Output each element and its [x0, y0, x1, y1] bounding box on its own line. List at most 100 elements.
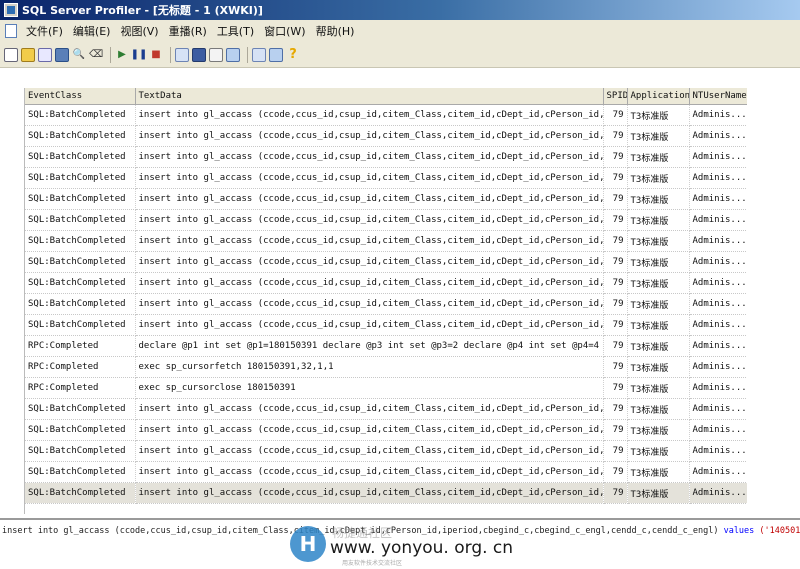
trace-row[interactable]: SQL:BatchCompleted insert into gl_accass … — [25, 314, 747, 336]
toolbar-separator — [170, 46, 171, 63]
trace-row[interactable]: SQL:BatchCompleted insert into gl_accass … — [25, 146, 747, 168]
trace-row[interactable]: SQL:BatchCompleted insert into gl_accass … — [25, 188, 747, 210]
cell-eventclass: SQL:BatchCompleted — [25, 167, 136, 189]
cell-eventclass: SQL:BatchCompleted — [25, 230, 136, 252]
cell-spid: 79 — [603, 272, 628, 294]
clear-icon[interactable]: ⌫ — [89, 48, 103, 62]
trace-row[interactable]: SQL:BatchCompleted insert into gl_accass … — [25, 167, 747, 189]
cell-spid: 79 — [603, 146, 628, 168]
trace-row[interactable]: SQL:BatchCompleted insert into gl_accass … — [25, 440, 747, 462]
cell-textdata: insert into gl_accass (ccode,ccus_id,csu… — [135, 482, 604, 504]
cell-textdata: insert into gl_accass (ccode,ccus_id,csu… — [135, 314, 604, 336]
cell-ntusername: Adminis... — [689, 272, 747, 294]
window-title: SQL Server Profiler - [无标题 - 1 (XWKI)] — [22, 4, 263, 17]
cell-textdata: insert into gl_accass (ccode,ccus_id,csu… — [135, 125, 604, 147]
menu-help[interactable]: 帮助(H) — [311, 23, 360, 39]
cell-eventclass: SQL:BatchCompleted — [25, 419, 136, 441]
menu-file[interactable]: 文件(F) — [21, 23, 68, 39]
menu-window[interactable]: 窗口(W) — [259, 23, 310, 39]
cell-textdata: exec sp_cursorfetch 180150391,32,1,1 — [135, 356, 604, 378]
performance-icon[interactable] — [269, 47, 283, 62]
trace-row[interactable]: SQL:BatchCompleted insert into gl_accass … — [25, 398, 747, 420]
cell-applicationname: T3标准版 — [627, 440, 690, 462]
help-icon[interactable]: ? — [286, 47, 300, 62]
cell-ntusername: Adminis... — [689, 335, 747, 357]
trace-row[interactable]: RPC:Completed exec sp_cursorfetch 1801503… — [25, 356, 747, 378]
trace-row[interactable]: SQL:BatchCompleted insert into gl_accass … — [25, 209, 747, 231]
menu-edit[interactable]: 编辑(E) — [68, 23, 116, 39]
menu-tools[interactable]: 工具(T) — [212, 23, 259, 39]
cell-eventclass: RPC:Completed — [25, 377, 136, 399]
cell-applicationname: T3标准版 — [627, 167, 690, 189]
cell-eventclass: SQL:BatchCompleted — [25, 104, 136, 126]
cell-ntusername: Adminis... — [689, 482, 747, 504]
open-icon[interactable] — [21, 47, 35, 62]
profiler-app-icon — [4, 3, 18, 17]
cell-ntusername: Adminis... — [689, 167, 747, 189]
cell-textdata: insert into gl_accass (ccode,ccus_id,csu… — [135, 398, 604, 420]
cell-applicationname: T3标准版 — [627, 251, 690, 273]
cell-applicationname: T3标准版 — [627, 209, 690, 231]
cell-ntusername: Adminis... — [689, 146, 747, 168]
trace-row[interactable]: SQL:BatchCompleted insert into gl_accass … — [25, 104, 747, 126]
pause-icon[interactable]: ❚❚ — [131, 48, 148, 62]
cell-ntusername: Adminis... — [689, 125, 747, 147]
trace-document-icon[interactable] — [5, 24, 17, 38]
trace-grid[interactable]: EventClass TextData SPID ApplicationName… — [24, 88, 747, 514]
cell-ntusername: Adminis... — [689, 419, 747, 441]
cell-applicationname: T3标准版 — [627, 335, 690, 357]
cell-eventclass: SQL:BatchCompleted — [25, 146, 136, 168]
menu-bar: 文件(F) 编辑(E) 视图(V) 重播(R) 工具(T) 窗口(W) 帮助(H… — [0, 20, 800, 43]
cell-ntusername: Adminis... — [689, 230, 747, 252]
cell-textdata: insert into gl_accass (ccode,ccus_id,csu… — [135, 167, 604, 189]
cell-textdata: insert into gl_accass (ccode,ccus_id,csu… — [135, 188, 604, 210]
cell-applicationname: T3标准版 — [627, 314, 690, 336]
trace-row[interactable]: SQL:BatchCompleted insert into gl_accass … — [25, 251, 747, 273]
grid-icon[interactable] — [192, 47, 206, 62]
trace-row[interactable]: SQL:BatchCompleted insert into gl_accass … — [25, 272, 747, 294]
column-header-spid[interactable]: SPID — [603, 88, 628, 105]
trace-properties-icon[interactable] — [252, 47, 266, 62]
run-icon[interactable]: ▶ — [115, 48, 129, 62]
cell-ntusername: Adminis... — [689, 377, 747, 399]
trace-row[interactable]: SQL:BatchCompleted insert into gl_accass … — [25, 230, 747, 252]
cell-eventclass: SQL:BatchCompleted — [25, 188, 136, 210]
header-row: EventClass TextData SPID ApplicationName… — [25, 88, 747, 105]
properties-icon[interactable] — [175, 47, 189, 62]
trace-rows: SQL:BatchCompleted insert into gl_accass … — [25, 104, 747, 504]
cell-applicationname: T3标准版 — [627, 272, 690, 294]
cell-applicationname: T3标准版 — [627, 398, 690, 420]
cell-eventclass: SQL:BatchCompleted — [25, 398, 136, 420]
cell-eventclass: RPC:Completed — [25, 335, 136, 357]
column-header-applicationname[interactable]: ApplicationName — [627, 88, 690, 105]
find-icon[interactable]: 🔍 — [72, 48, 86, 62]
trace-row[interactable]: RPC:Completed exec sp_cursorclose 1801503… — [25, 377, 747, 399]
menu-view[interactable]: 视图(V) — [115, 23, 163, 39]
cell-textdata: insert into gl_accass (ccode,ccus_id,csu… — [135, 104, 604, 126]
toolbar: 🔍 ⌫ ▶ ❚❚ ■ ? — [0, 42, 800, 68]
cell-eventclass: SQL:BatchCompleted — [25, 461, 136, 483]
column-header-textdata[interactable]: TextData — [135, 88, 604, 105]
trace-row[interactable]: SQL:BatchCompleted insert into gl_accass … — [25, 293, 747, 315]
new-trace-icon[interactable] — [4, 47, 18, 62]
cell-eventclass: SQL:BatchCompleted — [25, 272, 136, 294]
save-icon[interactable] — [55, 47, 69, 62]
trace-row[interactable]: SQL:BatchCompleted insert into gl_accass … — [25, 461, 747, 483]
cell-applicationname: T3标准版 — [627, 146, 690, 168]
stop-icon[interactable]: ■ — [149, 48, 163, 62]
cell-ntusername: Adminis... — [689, 104, 747, 126]
trace-row[interactable]: SQL:BatchCompleted insert into gl_accass … — [25, 125, 747, 147]
trace-row[interactable]: RPC:Completed declare @p1 int set @p1=180… — [25, 335, 747, 357]
chart-icon[interactable] — [226, 47, 240, 62]
window-icon[interactable] — [209, 47, 223, 62]
column-header-eventclass[interactable]: EventClass — [25, 88, 136, 105]
watermark-sub: 用友软件技术交流社区 — [342, 560, 403, 567]
trace-row[interactable]: SQL:BatchCompleted insert into gl_accass … — [25, 419, 747, 441]
detail-pane[interactable]: insert into gl_accass (ccode,ccus_id,csu… — [0, 518, 800, 544]
menu-replay[interactable]: 重播(R) — [164, 23, 212, 39]
template-icon[interactable] — [38, 47, 52, 62]
trace-row[interactable]: SQL:BatchCompleted insert into gl_accass … — [25, 482, 747, 504]
column-header-ntusername[interactable]: NTUserName — [689, 88, 747, 105]
cell-ntusername: Adminis... — [689, 461, 747, 483]
cell-spid: 79 — [603, 398, 628, 420]
